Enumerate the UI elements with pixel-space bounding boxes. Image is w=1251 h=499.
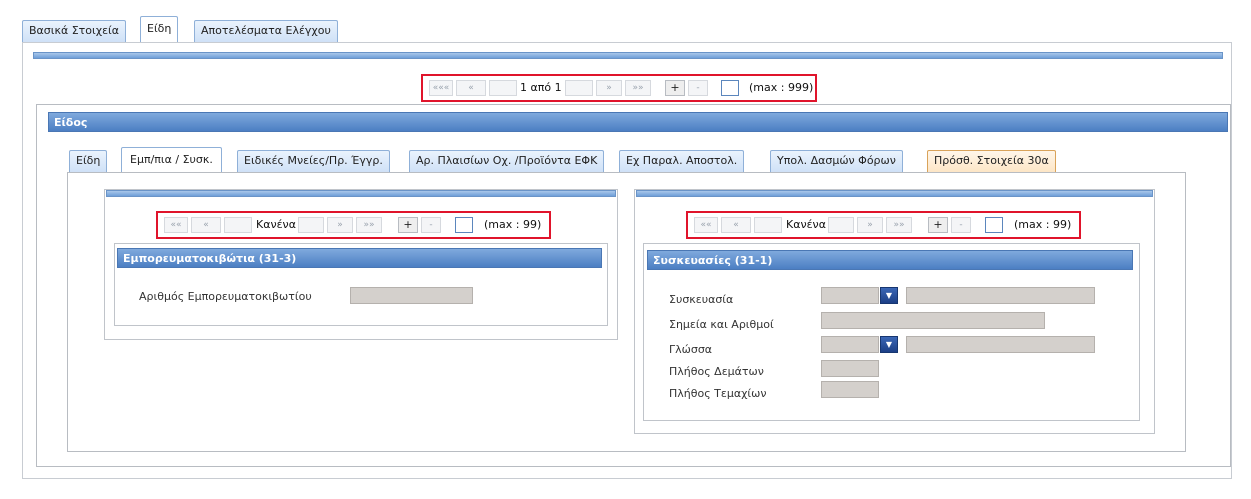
next-button[interactable]: » xyxy=(596,80,622,96)
inner-tab-dispatch[interactable]: Εχ Παραλ. Αποστολ. xyxy=(619,150,745,172)
add-button[interactable]: + xyxy=(928,217,948,233)
max-label: (max : 999) xyxy=(749,81,814,94)
tab-basic-info[interactable]: Βασικά Στοιχεία xyxy=(22,20,127,42)
page-position: Κανένα xyxy=(786,218,826,231)
pieces-count-field[interactable] xyxy=(821,381,879,398)
tab-control-results[interactable]: Αποτελέσματα Ελέγχου xyxy=(194,20,338,42)
page-input-right[interactable] xyxy=(828,217,854,233)
remove-button[interactable]: - xyxy=(951,217,971,233)
max-label: (max : 99) xyxy=(484,218,542,231)
prev-button[interactable]: « xyxy=(721,217,751,233)
bundles-count-field[interactable] xyxy=(821,360,879,377)
next-button[interactable]: » xyxy=(327,217,353,233)
page-input-left[interactable] xyxy=(754,217,782,233)
first-button[interactable]: «« xyxy=(164,217,188,233)
chevron-down-icon[interactable]: ▼ xyxy=(880,287,898,304)
inner-tab-special-mentions[interactable]: Ειδικές Μνείες/Πρ. Έγγρ. xyxy=(237,150,390,172)
packages-header: Συσκευασίες (31-1) xyxy=(647,250,1133,270)
last-button[interactable]: »» xyxy=(356,217,382,233)
chevron-down-icon[interactable]: ▼ xyxy=(880,336,898,353)
main-bluebar xyxy=(33,52,1223,59)
inner-tab-extra-30a[interactable]: Πρόσθ. Στοιχεία 30α xyxy=(927,150,1056,172)
language-label: Γλώσσα xyxy=(669,343,713,356)
last-button[interactable]: »» xyxy=(886,217,912,233)
containers-pager: «« « Κανένα » »» + - (max : 99) xyxy=(156,211,551,239)
page-position: 1 από 1 xyxy=(520,81,562,94)
prev-button[interactable]: « xyxy=(191,217,221,233)
first-button[interactable]: ««« xyxy=(429,80,453,96)
first-button[interactable]: «« xyxy=(694,217,718,233)
package-desc-field[interactable] xyxy=(906,287,1095,304)
add-button[interactable]: + xyxy=(665,80,685,96)
inner-tab-items[interactable]: Είδη xyxy=(69,150,108,172)
inner-tab-duties[interactable]: Υπολ. Δασμών Φόρων xyxy=(770,150,903,172)
container-number-label: Αριθμός Εμπορευματοκιβωτίου xyxy=(139,290,312,303)
marks-numbers-field[interactable] xyxy=(821,312,1045,329)
page-position: Κανένα xyxy=(256,218,296,231)
containers-bluebar xyxy=(106,190,616,197)
last-button[interactable]: »» xyxy=(625,80,651,96)
page-input-right[interactable] xyxy=(565,80,593,96)
goto-input[interactable] xyxy=(985,217,1003,233)
inner-tab-frames[interactable]: Αρ. Πλαισίων Οχ. /Προϊόντα ΕΦΚ xyxy=(409,150,605,172)
packages-pager: «« « Κανένα » »» + - (max : 99) xyxy=(686,211,1081,239)
max-label: (max : 99) xyxy=(1014,218,1072,231)
tab-items[interactable]: Είδη xyxy=(140,16,179,42)
page-input-left[interactable] xyxy=(489,80,517,96)
remove-button[interactable]: - xyxy=(688,80,708,96)
page-input-right[interactable] xyxy=(298,217,324,233)
packages-bluebar xyxy=(636,190,1153,197)
add-button[interactable]: + xyxy=(398,217,418,233)
language-code-field[interactable] xyxy=(821,336,879,353)
item-section-header: Είδος xyxy=(48,112,1228,132)
containers-header: Εμπορευματοκιβώτια (31-3) xyxy=(117,248,602,268)
page-input-left[interactable] xyxy=(224,217,252,233)
next-button[interactable]: » xyxy=(857,217,883,233)
goto-input[interactable] xyxy=(721,80,739,96)
package-code-field[interactable] xyxy=(821,287,879,304)
inner-tab-containers[interactable]: Εμπ/πια / Συσκ. xyxy=(121,147,222,172)
main-pager: ««« « 1 από 1 » »» + - (max : 999) xyxy=(421,74,817,102)
goto-input[interactable] xyxy=(455,217,473,233)
pieces-count-label: Πλήθος Τεμαχίων xyxy=(669,387,767,400)
remove-button[interactable]: - xyxy=(421,217,441,233)
bundles-count-label: Πλήθος Δεμάτων xyxy=(669,365,764,378)
container-number-field[interactable] xyxy=(350,287,473,304)
package-label: Συσκευασία xyxy=(669,293,734,306)
language-desc-field[interactable] xyxy=(906,336,1095,353)
marks-numbers-label: Σημεία και Αριθμοί xyxy=(669,318,774,331)
prev-button[interactable]: « xyxy=(456,80,486,96)
